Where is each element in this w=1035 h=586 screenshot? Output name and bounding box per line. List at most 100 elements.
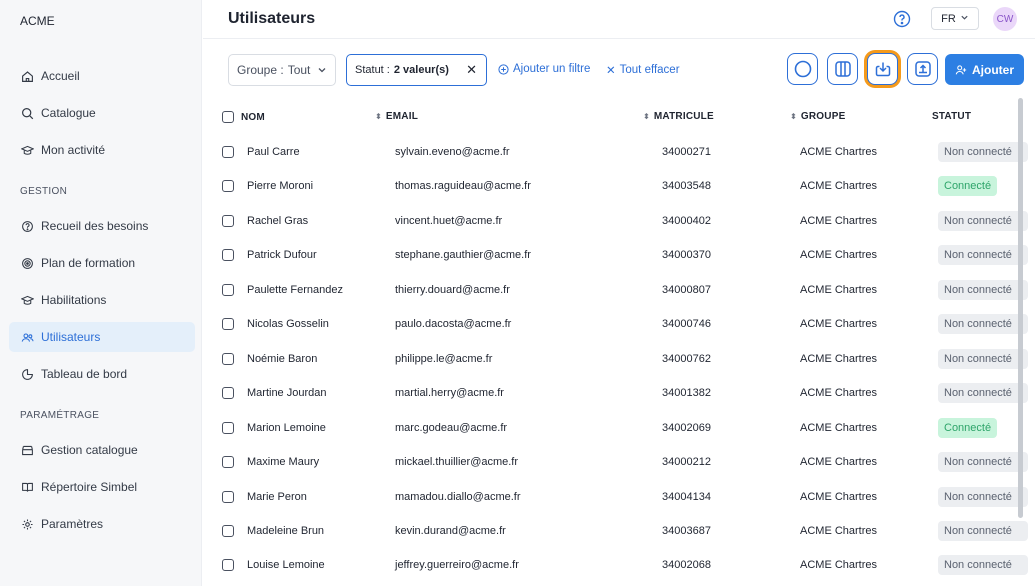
sidebar-item-label: Catalogue <box>41 106 96 120</box>
add-user-button[interactable]: Ajouter <box>945 54 1024 85</box>
sidebar-item-recueil-des-besoins[interactable]: Recueil des besoins <box>9 211 195 241</box>
table-row[interactable]: Madeleine Brun kevin.durand@acme.fr 340036… <box>210 514 1028 548</box>
avatar[interactable]: CW <box>993 7 1017 31</box>
help-icon[interactable] <box>893 10 911 28</box>
language-value: FR <box>941 12 956 25</box>
table-row[interactable]: Martine Jourdan martial.herry@acme.fr 3400… <box>210 376 1028 410</box>
columns-button[interactable] <box>827 53 858 85</box>
group-filter-select[interactable]: Groupe : Tout <box>228 54 336 86</box>
status-badge: Non connecté <box>938 555 1028 576</box>
row-checkbox[interactable] <box>222 318 234 331</box>
status-badge: Non connecté <box>938 383 1028 404</box>
table-row[interactable]: Patrick Dufour stephane.gauthier@acme.fr 3… <box>210 238 1028 272</box>
table-row[interactable]: Marion Lemoine marc.godeau@acme.fr 3400206… <box>210 411 1025 445</box>
table-row[interactable]: Noémie Baron philippe.le@acme.fr 34000762 A… <box>210 342 1028 376</box>
sidebar-item-repertoire-simbel[interactable]: Répertoire Simbel <box>9 472 195 502</box>
row-checkbox-cell <box>222 342 234 376</box>
status-filter-chip[interactable]: Statut : 2 valeur(s) ✕ <box>346 54 487 86</box>
user-plus-icon <box>955 64 967 76</box>
select-all-checkbox[interactable] <box>222 111 234 123</box>
user-email: thierry.douard@acme.fr <box>395 283 510 296</box>
column-header-matricule[interactable]: ⬍ MATRICULE <box>643 111 714 122</box>
row-checkbox-cell <box>222 273 234 307</box>
row-checkbox[interactable] <box>222 146 234 158</box>
table-row[interactable]: Maxime Maury mickael.thuillier@acme.fr 340… <box>210 445 1028 479</box>
status-filter-value: 2 valeur(s) <box>393 64 449 76</box>
graduation-cap-icon <box>20 143 34 157</box>
table-scrollbar[interactable] <box>1018 98 1023 518</box>
table-row[interactable]: Marie Peron mamadou.diallo@acme.fr 3400413… <box>210 480 1028 514</box>
column-header-label: GROUPE <box>800 111 846 122</box>
export-button[interactable] <box>867 53 898 85</box>
column-header-email[interactable]: ⬍ EMAIL <box>375 111 418 122</box>
user-name: Noémie Baron <box>247 352 318 365</box>
target-icon <box>20 256 34 270</box>
column-header-group[interactable]: ⬍ GROUPE <box>790 111 845 122</box>
user-group: ACME Chartres <box>800 456 878 469</box>
column-header-label: NOM <box>241 111 265 123</box>
users-icon <box>20 330 34 344</box>
column-header-label: MATRICULE <box>653 111 714 122</box>
sidebar-item-mon-activite[interactable]: Mon activité <box>9 135 195 165</box>
table-row[interactable]: Nicolas Gosselin paulo.dacosta@acme.fr 340… <box>210 307 1028 341</box>
status-cell: Non connecté <box>938 342 1028 376</box>
sidebar-item-parametres[interactable]: Paramètres <box>9 509 195 539</box>
sidebar-item-label: Tableau de bord <box>41 367 128 381</box>
search-icon <box>20 106 34 120</box>
sidebar-item-label: Paramètres <box>41 517 104 531</box>
status-cell: Connecté <box>938 169 998 203</box>
status-badge: Connecté <box>938 176 998 197</box>
sidebar-item-label: Recueil des besoins <box>41 219 149 233</box>
sidebar-item-utilisateurs[interactable]: Utilisateurs <box>9 322 195 352</box>
sidebar-item-tableau-de-bord[interactable]: Tableau de bord <box>9 359 195 389</box>
user-matricule: 34000762 <box>662 352 711 365</box>
status-badge: Non connecté <box>938 210 1028 231</box>
table-row[interactable]: Paulette Fernandez thierry.douard@acme.fr… <box>210 273 1028 307</box>
row-checkbox-cell <box>222 238 234 272</box>
table-row[interactable]: Rachel Gras vincent.huet@acme.fr 34000402 A… <box>210 204 1028 238</box>
sidebar-item-plan-de-formation[interactable]: Plan de formation <box>9 248 195 278</box>
brand-logo: ACME <box>20 14 55 28</box>
column-header-name[interactable]: NOM <box>222 111 265 123</box>
row-checkbox[interactable] <box>222 180 234 193</box>
sort-icon: ⬍ <box>375 112 382 121</box>
import-button[interactable] <box>907 53 938 85</box>
row-checkbox[interactable] <box>222 249 234 262</box>
status-cell: Non connecté <box>938 514 1028 548</box>
table-row[interactable]: Pierre Moroni thomas.raguideau@acme.fr 340… <box>210 169 1025 203</box>
user-matricule: 34002068 <box>662 559 711 572</box>
user-group: ACME Chartres <box>800 352 878 365</box>
user-matricule: 34000212 <box>662 456 711 469</box>
table-row[interactable]: Louise Lemoine jeffrey.guerreiro@acme.fr 3… <box>210 548 1028 582</box>
sidebar-item-habilitations[interactable]: Habilitations <box>9 285 195 315</box>
row-checkbox[interactable] <box>222 421 234 434</box>
user-matricule: 34000271 <box>662 146 711 158</box>
user-group: ACME Chartres <box>800 559 878 572</box>
sidebar-item-accueil[interactable]: Accueil <box>9 61 195 91</box>
language-select[interactable]: FR <box>931 7 979 30</box>
row-checkbox[interactable] <box>222 214 234 227</box>
row-checkbox[interactable] <box>222 352 234 365</box>
sidebar-item-catalogue[interactable]: Catalogue <box>9 98 195 128</box>
row-checkbox-cell <box>222 548 234 582</box>
search-button[interactable] <box>787 53 818 85</box>
status-cell: Non connecté <box>938 238 1028 272</box>
group-filter-label: Groupe : <box>237 63 284 77</box>
row-checkbox[interactable] <box>222 456 234 469</box>
row-checkbox[interactable] <box>222 524 234 537</box>
row-checkbox[interactable] <box>222 559 234 572</box>
clear-all-button[interactable]: ✕ Tout effacer <box>606 63 680 77</box>
row-checkbox[interactable] <box>222 387 234 400</box>
row-checkbox[interactable] <box>222 283 234 296</box>
sidebar-item-gestion-catalogue[interactable]: Gestion catalogue <box>9 435 195 465</box>
user-name: Nicolas Gosselin <box>247 318 329 331</box>
row-checkbox[interactable] <box>222 490 234 503</box>
column-header-status[interactable]: STATUT <box>932 111 971 122</box>
status-badge: Connecté <box>938 417 998 438</box>
close-icon[interactable]: ✕ <box>466 62 477 78</box>
table-row[interactable]: Paul Carre sylvain.eveno@acme.fr 34000271 A… <box>210 135 1028 169</box>
user-group: ACME Chartres <box>800 421 878 434</box>
user-name: Louise Lemoine <box>247 559 325 572</box>
close-icon: ✕ <box>606 65 616 77</box>
add-filter-button[interactable]: Ajouter un filtre <box>498 63 590 75</box>
